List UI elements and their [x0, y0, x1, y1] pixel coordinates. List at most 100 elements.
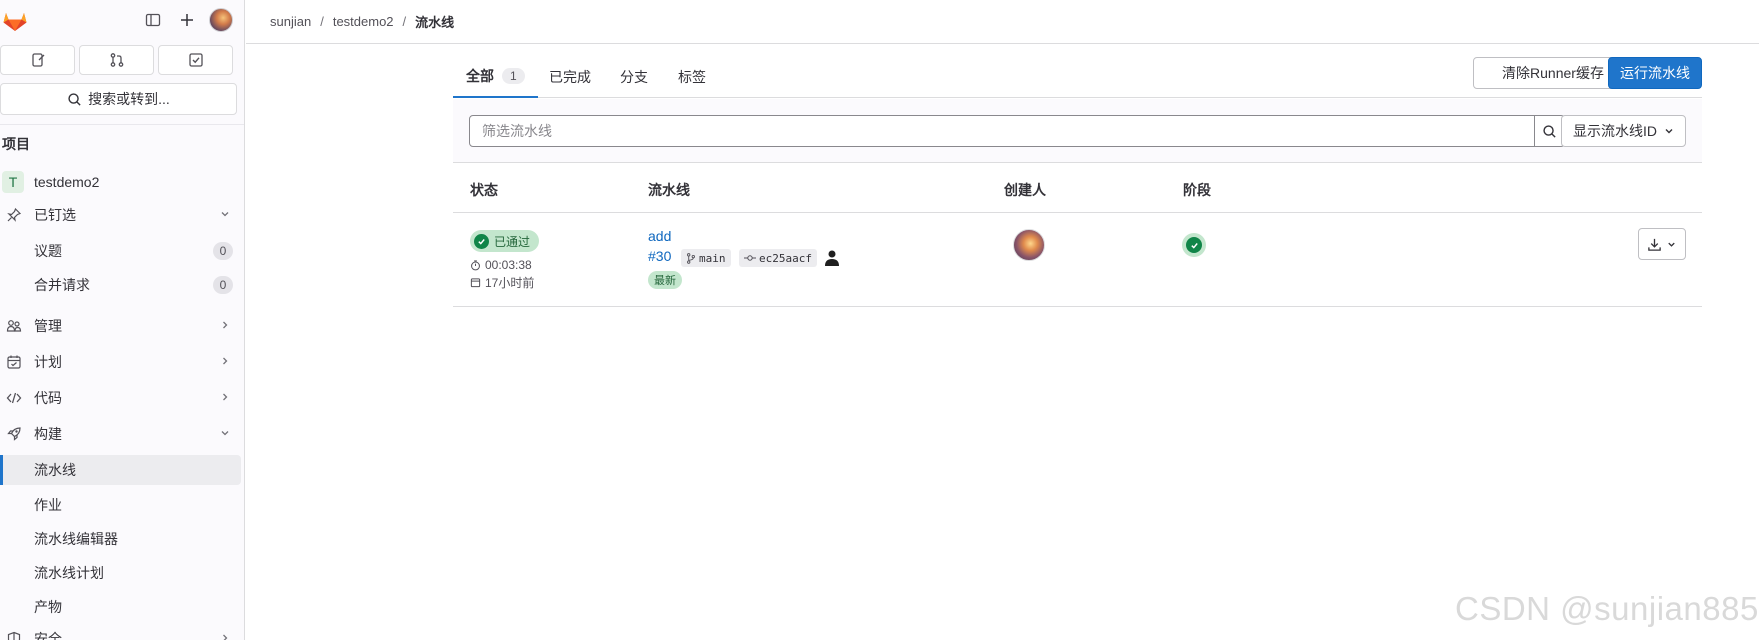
sidebar-item-pipeline-schedules[interactable]: 流水线计划: [0, 558, 241, 588]
chevron-right-icon: [219, 354, 231, 370]
tab-count-badge: 1: [502, 68, 525, 84]
sidebar-item-label: 产物: [34, 599, 62, 615]
sidebar-item-manage[interactable]: 管理: [0, 311, 241, 341]
latest-badge: 最新: [648, 271, 682, 289]
tab-label: 已完成: [549, 69, 591, 85]
sidebar-item-label: 议题: [34, 243, 62, 259]
breadcrumb-item-group[interactable]: sunjian: [270, 14, 311, 29]
todos-shortcut-button[interactable]: [158, 45, 233, 75]
tab-label: 全部: [466, 68, 494, 84]
commit-sha: ec25aacf: [759, 251, 812, 265]
status-badge[interactable]: 已通过: [470, 230, 540, 252]
pipeline-title-link[interactable]: add: [648, 228, 671, 244]
create-new-icon[interactable]: [175, 8, 199, 32]
mr-count-badge: 0: [213, 276, 233, 294]
sidebar-section-title: 项目: [2, 136, 30, 152]
download-icon: [1648, 238, 1661, 251]
stage-check-icon: [1186, 237, 1202, 253]
calendar-icon: [6, 354, 22, 370]
issues-count-badge: 0: [213, 242, 233, 260]
filter-pipelines-input[interactable]: 筛选流水线: [469, 115, 1535, 147]
user-avatar[interactable]: [209, 8, 233, 32]
branch-icon: [687, 252, 695, 264]
todo-icon: [188, 53, 203, 67]
sidebar-search-button[interactable]: 搜索或转到...: [0, 83, 237, 115]
chevron-right-icon: [219, 390, 231, 406]
sidebar-item-security[interactable]: 安全: [0, 624, 241, 640]
tab-all[interactable]: 全部 1: [453, 56, 538, 98]
sidebar-item-label: 流水线: [34, 462, 76, 478]
chevron-down-icon: [219, 207, 231, 223]
run-pipeline-button[interactable]: 运行流水线: [1608, 57, 1702, 89]
sidebar-item-issues[interactable]: 议题 0: [0, 236, 241, 266]
issues-shortcut-button[interactable]: [0, 45, 75, 75]
branch-ref-chip[interactable]: main: [681, 249, 731, 267]
commit-sha-chip[interactable]: ec25aacf: [739, 249, 817, 267]
download-artifacts-button[interactable]: [1638, 228, 1686, 260]
sidebar-item-pipeline-editor[interactable]: 流水线编辑器: [0, 524, 241, 554]
sidebar-item-label: 流水线计划: [34, 565, 104, 581]
issues-icon: [31, 53, 44, 67]
shield-icon: [6, 631, 22, 640]
breadcrumb-separator: /: [320, 14, 324, 29]
sidebar-shortcuts: [0, 45, 244, 75]
column-header-stages: 阶段: [1183, 182, 1211, 198]
sidebar-item-label: 合并请求: [34, 277, 90, 293]
chevron-down-icon: [219, 426, 231, 442]
sidebar-project-link[interactable]: T testdemo2: [0, 167, 241, 197]
tab-tags[interactable]: 标签: [678, 56, 706, 98]
sidebar-item-build[interactable]: 构建: [0, 419, 241, 449]
merge-requests-shortcut-button[interactable]: [79, 45, 154, 75]
pipeline-duration: 00:03:38: [470, 258, 532, 272]
pin-icon: [6, 207, 22, 223]
breadcrumb-separator: /: [402, 14, 407, 29]
users-icon: [6, 318, 22, 334]
breadcrumb-item-project[interactable]: testdemo2: [333, 14, 394, 29]
sidebar-item-label: 构建: [34, 426, 62, 442]
sidebar-item-jobs[interactable]: 作业: [0, 490, 241, 520]
project-name: testdemo2: [34, 174, 100, 190]
sidebar-item-label: 作业: [34, 497, 62, 513]
search-icon: [1543, 124, 1556, 138]
status-passed-icon: [474, 233, 489, 249]
column-header-pipeline: 流水线: [648, 182, 690, 198]
sidebar-item-label: 计划: [34, 354, 62, 370]
sidebar: 搜索或转到... 项目 T testdemo2 已钉选 议题 0 合并请求 0 …: [0, 0, 245, 640]
sidebar-item-artifacts[interactable]: 产物: [0, 592, 241, 622]
sidebar-item-merge-requests[interactable]: 合并请求 0: [0, 270, 241, 300]
status-label: 已通过: [494, 234, 531, 249]
chevron-right-icon: [219, 318, 231, 334]
sidebar-toggle-icon[interactable]: [141, 8, 165, 32]
sidebar-top-bar: [0, 0, 244, 40]
sidebar-item-pipelines[interactable]: 流水线: [0, 455, 241, 485]
commit-author-icon[interactable]: [824, 249, 840, 267]
sidebar-item-code[interactable]: 代码: [0, 383, 241, 413]
merge-request-icon: [110, 53, 123, 67]
sidebar-item-plan[interactable]: 计划: [0, 347, 241, 377]
sidebar-item-label: 已钉选: [34, 207, 76, 223]
table-row: 已通过 00:03:38 17小时前 add #30 main ec25aacf…: [453, 213, 1702, 307]
sidebar-divider: [0, 124, 244, 125]
sidebar-item-label: 安全: [34, 631, 62, 640]
select-value: 显示流水线ID: [1573, 123, 1657, 139]
pipeline-id-link[interactable]: #30: [648, 248, 671, 264]
pipeline-finished-time: 17小时前: [470, 274, 534, 291]
sidebar-item-label: 管理: [34, 318, 62, 334]
tab-finished[interactable]: 已完成: [549, 56, 591, 98]
commit-icon: [744, 255, 756, 261]
sidebar-search-label: 搜索或转到...: [88, 91, 170, 107]
filter-bar: 筛选流水线 显示流水线ID: [453, 99, 1702, 163]
breadcrumb-item-current[interactable]: 流水线: [415, 12, 454, 31]
sidebar-item-pinned[interactable]: 已钉选: [0, 200, 241, 230]
chevron-right-icon: [219, 631, 231, 640]
tab-branches[interactable]: 分支: [620, 56, 648, 98]
breadcrumb: sunjian / testdemo2 / 流水线: [246, 0, 1759, 44]
stage-passed-icon[interactable]: [1182, 233, 1206, 257]
pipeline-id-type-select[interactable]: 显示流水线ID: [1561, 115, 1686, 147]
column-header-status: 状态: [470, 182, 498, 198]
watermark: CSDN @sunjian885: [1455, 590, 1759, 627]
sidebar-item-label: 流水线编辑器: [34, 531, 118, 547]
search-icon: [68, 92, 81, 106]
gitlab-logo-icon[interactable]: [2, 7, 28, 33]
creator-avatar[interactable]: [1013, 229, 1045, 261]
